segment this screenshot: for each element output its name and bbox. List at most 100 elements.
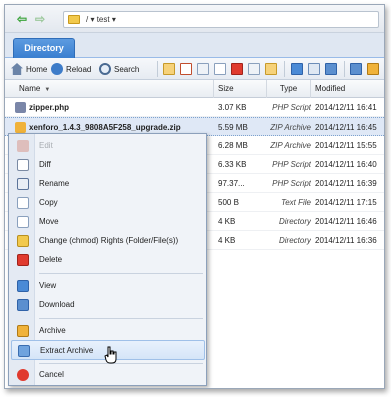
details-icon[interactable]	[308, 63, 320, 75]
column-name-label: Name	[19, 84, 41, 93]
rename-icon	[17, 178, 29, 190]
copy-icon	[17, 197, 29, 209]
php-file-icon	[15, 102, 26, 113]
file-size: 97.37...	[218, 179, 245, 188]
chmod-icon[interactable]	[265, 63, 277, 75]
file-type: PHP Script	[272, 179, 311, 188]
tab-bar: Directory	[5, 33, 384, 58]
file-modified: 2014/12/11 16:40	[315, 160, 377, 169]
zip-file-icon	[15, 122, 26, 133]
column-name[interactable]: Name ▼	[5, 80, 214, 98]
column-size[interactable]: Size	[214, 80, 267, 98]
path-input[interactable]: / ▾ test ▾	[63, 11, 379, 28]
new-folder-icon[interactable]	[163, 63, 175, 75]
column-modified[interactable]: Modified	[311, 80, 384, 98]
download-icon	[17, 299, 29, 311]
file-size: 500 B	[218, 198, 239, 207]
path-folder[interactable]: test	[97, 15, 110, 24]
file-type: ZIP Archive	[270, 123, 311, 132]
folder-icon	[68, 15, 80, 24]
menu-item-edit[interactable]: Edit	[11, 136, 205, 156]
file-type: Text File	[281, 198, 311, 207]
address-bar: ⇦ ⇨ / ▾ test ▾	[5, 5, 384, 33]
menu-item-copy[interactable]: Copy	[11, 193, 205, 213]
menu-item-move-label: Move	[39, 217, 59, 226]
file-size: 4 KB	[218, 217, 236, 226]
menu-item-delete-label: Delete	[39, 255, 63, 264]
file-type: PHP Script	[272, 160, 311, 169]
file-size: 5.59 MB	[218, 123, 248, 132]
reload-button[interactable]: Reload	[51, 62, 91, 76]
menu-item-view[interactable]: View	[11, 276, 205, 296]
extract-icon	[18, 345, 30, 357]
view-icon[interactable]	[291, 63, 303, 75]
reload-icon	[51, 63, 63, 75]
path-root[interactable]: /	[86, 15, 88, 24]
grid-header: Name ▼ Size Type Modified	[5, 80, 384, 98]
menu-item-download[interactable]: Download	[11, 295, 205, 315]
menu-item-diff-label: Diff	[39, 160, 51, 169]
menu-item-copy-label: Copy	[39, 198, 58, 207]
menu-item-extract-label: Extract Archive	[40, 346, 94, 355]
menu-item-chmod[interactable]: Change (chmod) Rights (Folder/File(s))	[11, 231, 205, 251]
menu-item-delete[interactable]: Delete	[11, 250, 205, 270]
menu-separator	[39, 363, 203, 364]
menu-item-view-label: View	[39, 281, 57, 290]
reload-label: Reload	[66, 64, 92, 74]
menu-separator	[39, 273, 203, 274]
delete-icon	[17, 254, 29, 266]
menu-item-move[interactable]: Move	[11, 212, 205, 232]
file-manager-window: ⇦ ⇨ / ▾ test ▾ Directory Home Reload Sea…	[4, 4, 385, 389]
search-button[interactable]: Search	[99, 62, 139, 76]
file-size: 6.33 KB	[218, 160, 247, 169]
menu-item-edit-label: Edit	[39, 141, 53, 150]
home-icon	[11, 63, 23, 75]
menu-item-chmod-label: Change (chmod) Rights (Folder/File(s))	[39, 236, 179, 245]
upload-icon[interactable]	[350, 63, 362, 75]
home-button[interactable]: Home	[11, 62, 47, 76]
file-type: ZIP Archive	[270, 141, 311, 150]
menu-item-rename-label: Rename	[39, 179, 70, 188]
file-size: 4 KB	[218, 236, 236, 245]
forward-arrow-icon[interactable]: ⇨	[35, 13, 49, 25]
move-icon	[17, 216, 29, 228]
hand-cursor-icon	[104, 346, 117, 364]
archive-icon	[17, 325, 29, 337]
delete-icon[interactable]	[231, 63, 243, 75]
file-modified: 2014/12/11 16:36	[315, 236, 377, 245]
table-row[interactable]: zipper.php 3.07 KB PHP Script 2014/12/11…	[5, 98, 384, 117]
back-arrow-icon[interactable]: ⇦	[17, 13, 31, 25]
menu-item-cancel[interactable]: Cancel	[11, 365, 205, 385]
menu-item-archive[interactable]: Archive	[11, 321, 205, 341]
menu-item-archive-label: Archive	[39, 326, 66, 335]
menu-item-diff[interactable]: Diff	[11, 155, 205, 175]
menu-item-rename[interactable]: Rename	[11, 174, 205, 194]
rename-icon[interactable]	[248, 63, 260, 75]
column-type[interactable]: Type	[267, 80, 311, 98]
archive-icon[interactable]	[367, 63, 379, 75]
file-size: 6.28 MB	[218, 141, 248, 150]
edit-file-icon[interactable]	[180, 63, 192, 75]
file-modified: 2014/12/11 16:46	[315, 217, 377, 226]
new-file-icon[interactable]	[214, 63, 226, 75]
view-icon	[17, 280, 29, 292]
file-modified: 2014/12/11 16:45	[315, 123, 377, 132]
toolbar-separator	[284, 61, 285, 77]
file-modified: 2014/12/11 15:55	[315, 141, 377, 150]
path-breadcrumb: / ▾ test ▾	[86, 15, 116, 24]
toolbar-separator	[157, 61, 158, 77]
file-modified: 2014/12/11 17:15	[315, 198, 377, 207]
menu-item-cancel-label: Cancel	[39, 370, 64, 379]
sort-desc-icon: ▼	[44, 87, 51, 93]
tab-directory[interactable]: Directory	[13, 38, 75, 58]
home-label: Home	[26, 64, 48, 74]
file-name: zipper.php	[29, 103, 69, 112]
key-icon	[17, 235, 29, 247]
copy-icon[interactable]	[197, 63, 209, 75]
file-type: Directory	[278, 217, 311, 226]
menu-separator	[39, 318, 203, 319]
toolbar-separator	[344, 61, 345, 77]
search-icon	[99, 63, 111, 75]
download-icon[interactable]	[325, 63, 337, 75]
search-label: Search	[114, 64, 140, 74]
